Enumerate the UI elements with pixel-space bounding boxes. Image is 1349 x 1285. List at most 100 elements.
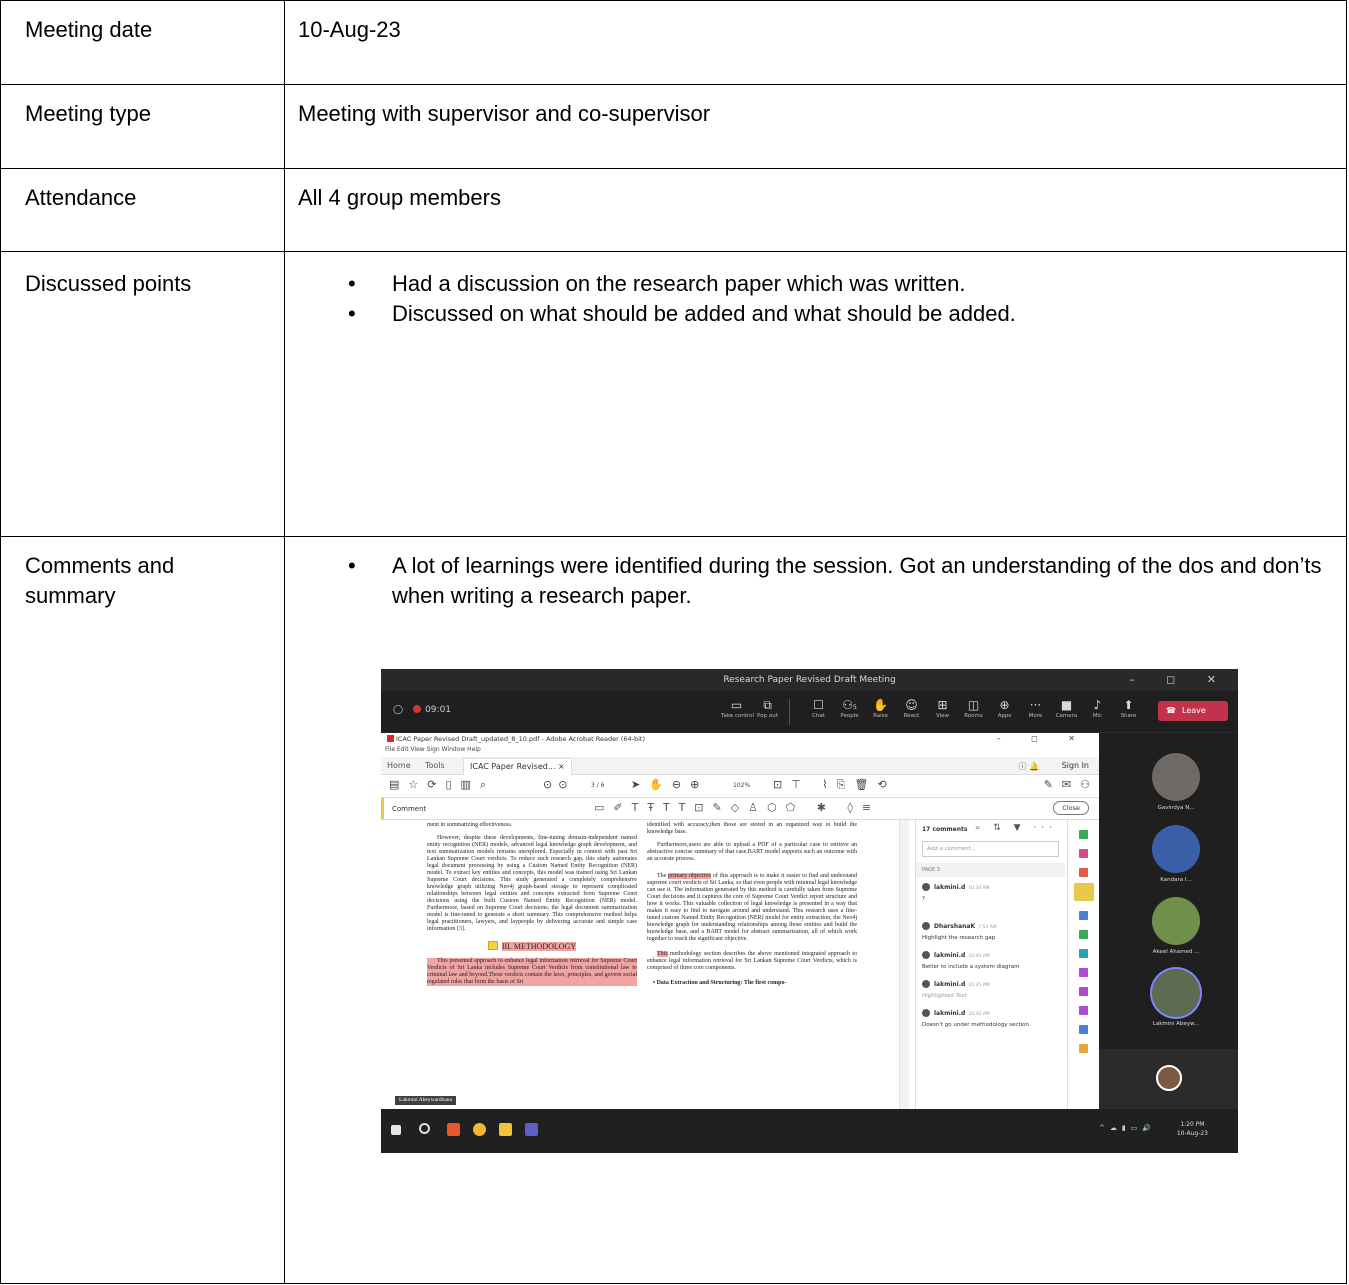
- toolbar-label: Camera: [1055, 713, 1078, 719]
- user-icon: [922, 922, 930, 930]
- participant-name: Akeel Ahamed ...: [1152, 949, 1200, 955]
- apps-icon: ⊕: [999, 698, 1010, 712]
- export-pdf-icon: [1079, 830, 1088, 839]
- scan-icon: [1079, 949, 1088, 958]
- page-indicator: 3 / 6: [591, 782, 605, 789]
- comments-list: A lot of learnings were identified durin…: [348, 551, 1336, 611]
- toolbar-label: Chat: [812, 713, 825, 719]
- share-doc-icon: [1079, 1025, 1088, 1034]
- participant-tile: Akeel Ahamed ...: [1121, 897, 1231, 955]
- leave-button: ☎ Leave: [1158, 701, 1228, 721]
- window-controls-icon: – ◻ ✕: [1129, 673, 1230, 686]
- row-meeting-date: Meeting date 10-Aug-23: [0, 0, 1347, 85]
- comment-text: ?: [922, 896, 925, 902]
- presenter-name-tag: Lakmini Abeywardhana: [395, 1096, 456, 1105]
- meeting-timer: ◯ 09:01: [393, 705, 451, 715]
- author-name: lakmini.d: [934, 1010, 966, 1017]
- section-heading: III. METHODOLOGY: [427, 941, 637, 951]
- comment-filter-icon: ⌕ ⇅ ▼ ···: [975, 823, 1057, 833]
- share-tools-icon: ✎✉⚇: [1043, 778, 1099, 791]
- clock-date: 10-Aug-23: [1176, 1130, 1208, 1137]
- toolbar-label: View: [935, 713, 950, 719]
- close-button: Close: [1053, 801, 1089, 815]
- paragraph: Furthermore,users are able to upload a P…: [647, 842, 857, 862]
- user-icon: [922, 883, 930, 891]
- people-icon: ⚇5: [842, 698, 857, 712]
- user-icon: [922, 1009, 930, 1017]
- user-icon: [922, 980, 930, 988]
- toolbar-label: Take control: [721, 713, 755, 719]
- toolbar-divider: [789, 699, 797, 725]
- page-nav-icon: ⊙⊙: [543, 778, 574, 791]
- request-sign-icon: [1079, 1006, 1088, 1015]
- share-button: ⬆ Share: [1113, 697, 1144, 725]
- people-button: ⚇5 People: [834, 697, 865, 725]
- paragraph: This presented approach to enhance legal…: [427, 958, 637, 986]
- comment-item: DharshanaK 7:53 AM Highlight the research…: [916, 916, 1065, 945]
- highlighted-text: primary objective: [668, 873, 711, 879]
- label-line: summary: [25, 583, 116, 608]
- comment-time: 10:34 AM: [968, 886, 990, 891]
- view-tools-icon: ⊡⊤ ⌇⎘🗑⟲: [773, 778, 896, 791]
- participants-panel: Gavindya N... Kandara I... Akeel Ahamed …: [1121, 753, 1231, 1041]
- comment-text: Highlighted Text: [922, 993, 967, 999]
- comment-author: lakmini.d 10:34 AM: [922, 883, 1059, 891]
- sticky-note-icon: [487, 941, 498, 950]
- comment-time: 7:53 AM: [978, 925, 997, 930]
- comment-text: Doesn't go under methodology section: [922, 1022, 1030, 1028]
- pdf-icon: [387, 735, 394, 742]
- avatar: [1152, 897, 1200, 945]
- comment-item: lakmini.d 10:34 AM ?: [916, 877, 1065, 906]
- paper-column-right: identified with accuracy,then those are …: [647, 822, 857, 987]
- user-icon: [922, 951, 930, 959]
- label-meeting-date: Meeting date: [0, 0, 285, 85]
- value-discussed-points: Had a discussion on the research paper w…: [284, 251, 1347, 537]
- author-name: lakmini.d: [934, 981, 966, 988]
- tab-tools: Tools: [425, 761, 445, 770]
- participant-tile: Lakmini Abeyw...: [1121, 969, 1231, 1027]
- comment-text: Highlight the research gap: [922, 935, 996, 941]
- toolbar-label: React: [903, 713, 920, 719]
- avatar: [1152, 825, 1200, 873]
- windows-taskbar: ^☁▮▭🔊 1:20 PM 10-Aug-23: [381, 1109, 1238, 1153]
- text-run: The: [657, 873, 669, 879]
- pop-out-icon: ⧉: [763, 698, 772, 712]
- acrobat-title: ICAC Paper Revised Draft_updated_8_10.pd…: [396, 735, 645, 743]
- comment-item: lakmini.d 10:35 AM Highlighted Text: [916, 974, 1065, 1003]
- comment-author: lakmini.d 10:45 AM: [922, 951, 1059, 959]
- label-meeting-type: Meeting type: [0, 84, 285, 169]
- start-icon: [391, 1125, 401, 1135]
- recording-icon: [413, 705, 422, 713]
- comment-time: 10:35 AM: [968, 983, 990, 988]
- row-attendance: Attendance All 4 group members: [0, 168, 1347, 252]
- apps-button: ⊕ Apps: [989, 697, 1020, 725]
- tab-home: Home: [387, 761, 411, 770]
- paragraph: • Data Extraction and Structuring: The f…: [653, 980, 787, 986]
- edit-pdf-icon: [1079, 911, 1088, 920]
- pop-out-button: ⧉ Pop out: [752, 697, 783, 725]
- list-item: A lot of learnings were identified durin…: [348, 551, 1336, 611]
- meeting-controls: ▭ Take control ⧉ Pop out ☐ Chat ⚇5 People ✋ R…: [721, 697, 1144, 725]
- list-item: Discussed on what should be added and wh…: [348, 299, 1336, 329]
- acrobat-tabs: Home Tools ICAC Paper Revised... × ⓘ 🔔 S…: [381, 757, 1099, 775]
- acrobat-document-area: ment in summarizing effectiveness. Howev…: [381, 820, 1099, 1109]
- raise-hand-button: ✋ Raise: [865, 697, 896, 725]
- list-item: Had a discussion on the research paper w…: [348, 269, 1336, 299]
- comment-tool-icon: [1073, 883, 1094, 901]
- label-discussed-points: Discussed points: [0, 251, 285, 537]
- system-tray-icon: ^☁▮▭🔊: [1098, 1124, 1156, 1132]
- toolbar-icons-left: ▤☆⟳▯▥⌕: [389, 778, 496, 791]
- toolbar-label: Raise: [873, 713, 888, 719]
- author-name: lakmini.d: [934, 952, 966, 959]
- comment-label: Comment: [392, 805, 427, 813]
- meeting-screenshot: Research Paper Revised Draft Meeting – ◻…: [381, 669, 1238, 1153]
- label-comments-summary: Comments and summary: [0, 536, 285, 1284]
- export-icon: [1079, 930, 1088, 939]
- participant-tile: Kandara I...: [1121, 825, 1231, 883]
- view-icon: ⊞: [937, 698, 948, 712]
- take-control-button: ▭ Take control: [721, 697, 755, 725]
- label-line: Comments and: [25, 553, 175, 578]
- chat-icon: ☐: [813, 698, 824, 712]
- comments-panel: 17 comments ⌕ ⇅ ▼ ··· Add a comment... P…: [915, 820, 1065, 1109]
- avatar: [1152, 753, 1200, 801]
